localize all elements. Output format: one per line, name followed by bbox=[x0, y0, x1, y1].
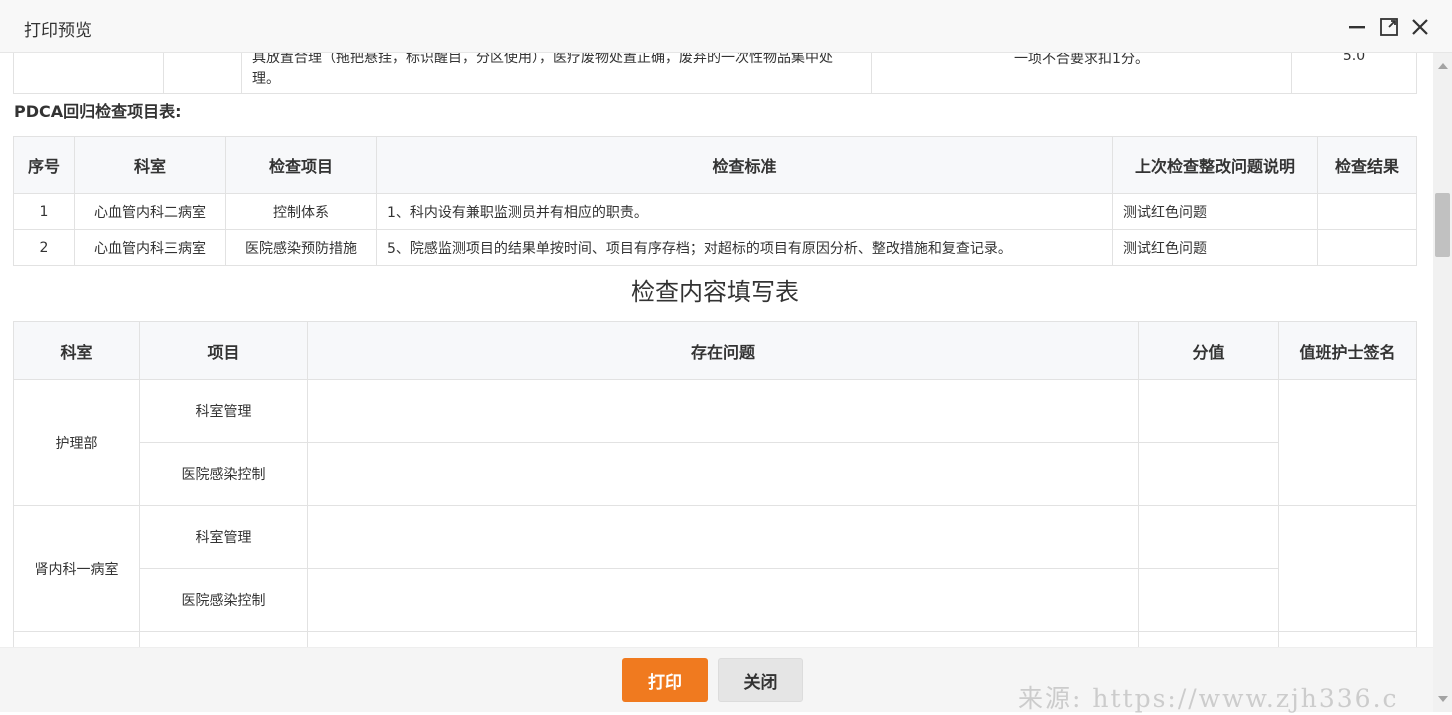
row-dept: 心血管内科三病室 bbox=[74, 229, 226, 266]
scroll-up-icon[interactable] bbox=[1438, 63, 1448, 69]
table-row: 1 心血管内科二病室 控制体系 1、科内设有兼职监测员并有相应的职责。 测试红色… bbox=[13, 193, 1417, 230]
scrollbar-thumb[interactable] bbox=[1435, 193, 1450, 257]
standard-cell: 具放置合理（拖把悬挂，标识醒目，分区使用），医疗废物处置正确，废弃的一次性物品集… bbox=[241, 53, 872, 94]
column-header: 检查标准 bbox=[376, 136, 1113, 194]
minimize-icon[interactable] bbox=[1346, 16, 1368, 38]
row-dept: 心血管内科二病室 bbox=[74, 193, 226, 230]
row-note: 测试红色问题 bbox=[1112, 193, 1318, 230]
item-cell: 医院感染控制 bbox=[139, 442, 308, 506]
vertical-scrollbar[interactable] bbox=[1433, 53, 1452, 712]
row-standard: 1、科内设有兼职监测员并有相应的职责。 bbox=[376, 193, 1113, 230]
dept-cell: 护理部 bbox=[13, 379, 140, 506]
row-standard: 5、院感监测项目的结果单按时间、项目有序存档；对超标的项目有原因分析、整改措施和… bbox=[376, 229, 1113, 266]
fill-form-title: 检查内容填写表 bbox=[631, 278, 799, 306]
row-item: 控制体系 bbox=[225, 193, 377, 230]
score-cell[interactable] bbox=[1138, 505, 1279, 569]
problem-cell[interactable] bbox=[307, 568, 1139, 632]
score-cell[interactable] bbox=[1138, 442, 1279, 506]
item-cell: 科室管理 bbox=[139, 505, 308, 569]
preview-content: 具放置合理（拖把悬挂，标识醒目，分区使用），医疗废物处置正确，废弃的一次性物品集… bbox=[0, 53, 1433, 647]
column-header: 科室 bbox=[13, 321, 140, 380]
table-row: 医院感染控制 bbox=[14, 568, 1417, 632]
item-cell: 医院感染控制 bbox=[139, 568, 308, 632]
table-header-row: 科室 项目 存在问题 分值 值班护士签名 bbox=[13, 321, 1417, 380]
close-icon[interactable] bbox=[1409, 16, 1431, 38]
row-note: 测试红色问题 bbox=[1112, 229, 1318, 266]
column-header: 检查项目 bbox=[225, 136, 377, 194]
row-item: 医院感染预防措施 bbox=[225, 229, 377, 266]
score-cell: 5.0 bbox=[1291, 53, 1417, 94]
column-header: 上次检查整改问题说明 bbox=[1112, 136, 1318, 194]
row-result bbox=[1317, 229, 1417, 266]
score-cell[interactable] bbox=[1138, 379, 1279, 443]
rule-cell: 一项不合要求扣1分。 bbox=[871, 53, 1292, 94]
problem-cell[interactable] bbox=[307, 379, 1139, 443]
scroll-down-icon[interactable] bbox=[1438, 696, 1448, 702]
table-row: 医院感染控制 bbox=[14, 442, 1417, 506]
row-number: 2 bbox=[13, 229, 75, 266]
print-preview-dialog: 打印预览 具放置合理（拖把悬挂，标识醒目，分区使用），医疗废物处置正确，废弃的一… bbox=[0, 0, 1452, 713]
table-row: 护理部 科室管理 bbox=[13, 379, 1417, 506]
table-row: 肾内科一病室 科室管理 bbox=[13, 505, 1417, 632]
column-header: 分值 bbox=[1138, 321, 1279, 380]
item-cell: 科室管理 bbox=[139, 379, 308, 443]
column-header: 值班护士签名 bbox=[1278, 321, 1417, 380]
problem-cell[interactable] bbox=[307, 505, 1139, 569]
maximize-icon[interactable] bbox=[1378, 16, 1400, 38]
score-cell[interactable] bbox=[1138, 568, 1279, 632]
column-header: 科室 bbox=[74, 136, 226, 194]
source-watermark: 来源: https://www.zjh336.c bbox=[1018, 684, 1399, 713]
column-header: 序号 bbox=[13, 136, 75, 194]
fill-form-table: 科室 项目 存在问题 分值 值班护士签名 护理部 科室管理 医院感染控制 肾内科… bbox=[13, 321, 1417, 647]
signature-cell[interactable] bbox=[1278, 379, 1417, 506]
close-button[interactable]: 关闭 bbox=[718, 658, 803, 702]
table-row: 具放置合理（拖把悬挂，标识醒目，分区使用），医疗废物处置正确，废弃的一次性物品集… bbox=[13, 53, 1417, 94]
print-button[interactable]: 打印 bbox=[622, 658, 708, 702]
dialog-titlebar: 打印预览 bbox=[0, 0, 1452, 53]
column-header: 存在问题 bbox=[307, 321, 1139, 380]
column-header: 项目 bbox=[139, 321, 308, 380]
row-number: 1 bbox=[13, 193, 75, 230]
problem-cell[interactable] bbox=[307, 442, 1139, 506]
dept-cell: 肾内科一病室 bbox=[13, 505, 140, 632]
pdca-section-title: PDCA回归检查项目表: bbox=[14, 102, 182, 121]
table-row bbox=[13, 631, 1417, 647]
column-header: 检查结果 bbox=[1317, 136, 1417, 194]
table-row: 2 心血管内科三病室 医院感染预防措施 5、院感监测项目的结果单按时间、项目有序… bbox=[13, 229, 1417, 266]
row-result bbox=[1317, 193, 1417, 230]
table-header-row: 序号 科室 检查项目 检查标准 上次检查整改问题说明 检查结果 bbox=[13, 136, 1417, 194]
check-standard-table: 具放置合理（拖把悬挂，标识醒目，分区使用），医疗废物处置正确，废弃的一次性物品集… bbox=[13, 53, 1417, 94]
signature-cell[interactable] bbox=[1278, 505, 1417, 632]
pdca-table: 序号 科室 检查项目 检查标准 上次检查整改问题说明 检查结果 1 心血管内科二… bbox=[13, 136, 1417, 266]
dialog-title: 打印预览 bbox=[24, 21, 92, 41]
